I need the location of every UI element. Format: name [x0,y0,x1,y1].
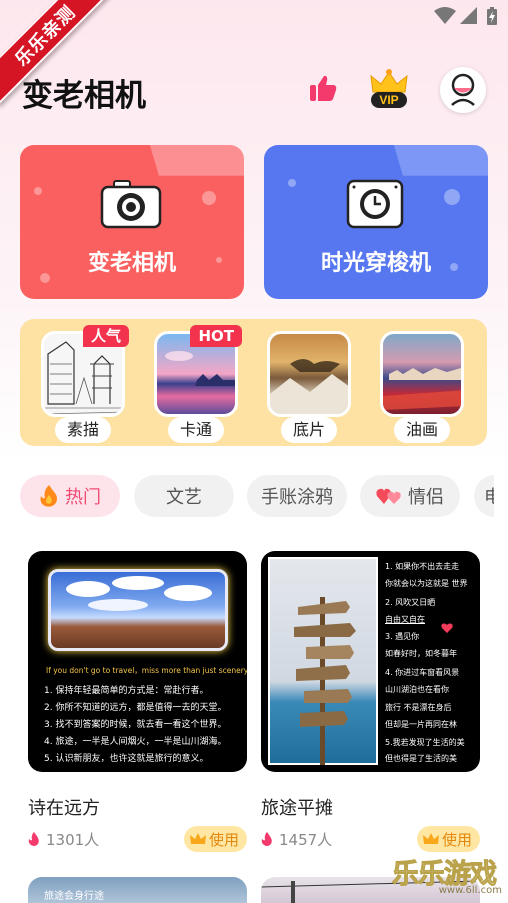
popular-badge: 人气 [82,325,129,347]
template-line: 5.我若发现了生活的美 [385,738,465,747]
use-template-button[interactable]: 使用 [183,826,247,852]
tab-journal-doodle[interactable]: 手账涂鸦 [247,475,347,517]
negative-thumbnail [270,359,348,414]
hot-badge: HOT [190,325,242,347]
template-line: 旅行 不是漂在身后 [385,703,452,712]
usage-count: 1301人 [46,831,100,849]
template-caption: If you don't go to travel，miss more than… [46,666,247,675]
style-label: 卡通 [168,417,224,443]
site-watermark: 乐乐游戏 www.6ll.com [392,852,508,903]
tab-more[interactable]: 电 [474,475,494,517]
style-filters-panel: 人气 素描 HOT 卡通 底片 油画 [20,319,487,446]
template-line: 但也得是了生活的美 [385,754,457,763]
template-line: 山川湖泊也在看你 [385,685,449,694]
template-line: 1. 保持年轻最简单的方式是：常赴行者。 [44,686,209,696]
svg-text:VIP: VIP [379,93,398,107]
fire-icon [40,485,57,507]
style-cartoon[interactable]: HOT 卡通 [154,325,242,443]
template-line: 2. 你所不知道的远方，都是值得一去的天堂。 [44,703,227,713]
template-card-partial[interactable]: 旅途会身行途 [28,877,247,903]
template-line: 5. 认识新朋友，也许这就是旅行的意义。 [44,754,209,764]
category-tabs: 热门 文艺 手账涂鸦 情侣 电 [20,475,494,517]
vip-crown-icon[interactable]: VIP [367,68,411,110]
use-template-button[interactable]: 使用 [416,826,480,852]
style-sketch[interactable]: 人气 素描 [41,325,129,443]
style-label: 底片 [281,417,337,443]
template-name: 诗在远方 [28,798,100,819]
heart-icon [441,623,453,633]
oil-painting-thumbnail [383,368,461,410]
template-line: 但却是一片再同在林 [385,720,457,729]
tab-hot[interactable]: 热门 [20,475,120,517]
template-line: 4. 旅途，一半是人间烟火，一半是山川湖海。 [44,737,227,747]
style-oil-painting[interactable]: 油画 [380,331,464,443]
template-line: 你就会以为这就是 世界 [385,579,468,588]
flame-icon [261,832,272,846]
watermark-url: www.6ll.com [438,885,502,896]
crown-icon [189,832,206,844]
page-title: 变老相机 [22,78,146,114]
template-caption: 旅途会身行途 [44,891,104,902]
time-machine-label: 时光穿梭机 [320,251,431,276]
tab-label: 文艺 [166,487,202,508]
use-label: 使用 [208,830,239,849]
template-card-poetry[interactable]: If you don't go to travel，miss more than… [28,551,247,852]
template-line: 如春好时，如冬暮年 [385,649,457,658]
tab-label: 电 [484,487,494,508]
tab-label: 热门 [65,487,101,508]
tab-couple[interactable]: 情侣 [360,475,460,517]
avatar[interactable] [440,67,486,113]
style-label: 油画 [394,417,450,443]
aging-camera-card[interactable]: 变老相机 [20,145,244,299]
template-name: 旅途平摊 [261,798,333,819]
template-line: 3. 找不到答案的时候，就去看一看这个世界。 [44,720,227,730]
tab-literary[interactable]: 文艺 [134,475,234,517]
signal-icon [460,7,477,24]
style-negative[interactable]: 底片 [267,331,351,443]
thumbs-up-icon[interactable] [306,72,340,106]
template-image: If you don't go to travel，miss more than… [28,551,247,772]
template-line: 4. 你进过车窗看风景 [385,668,460,677]
signpost-graphic [294,597,356,765]
template-line: 3. 遇见你 [385,632,420,641]
template-line: 2. 风吹又日晒 [385,598,436,607]
crown-icon [422,832,439,844]
battery-icon [487,7,497,25]
template-line: 1. 如果你不出去走走 [385,562,460,571]
use-label: 使用 [441,830,472,849]
wifi-icon [434,7,456,24]
template-card-travel[interactable]: 1. 如果你不出去走走 你就会以为这就是 世界 2. 风吹又日晒 自由又自在 3… [261,551,480,852]
aging-camera-label: 变老相机 [87,251,176,276]
camera-icon [100,180,162,229]
template-line: 自由又自在 [385,615,425,624]
usage-count: 1457人 [279,831,333,849]
user-avatar-icon [451,73,475,106]
template-image: 1. 如果你不出去走走 你就会以为这就是 世界 2. 风吹又日晒 自由又自在 3… [261,551,480,772]
time-machine-card[interactable]: 时光穿梭机 [264,145,488,299]
flame-icon [28,832,39,846]
clouds-graphic [66,576,212,611]
style-label: 素描 [55,417,111,443]
tab-label: 手账涂鸦 [261,487,333,508]
tab-label: 情侣 [408,487,444,508]
clock-camera-icon [346,179,404,229]
hearts-icon [376,488,401,504]
